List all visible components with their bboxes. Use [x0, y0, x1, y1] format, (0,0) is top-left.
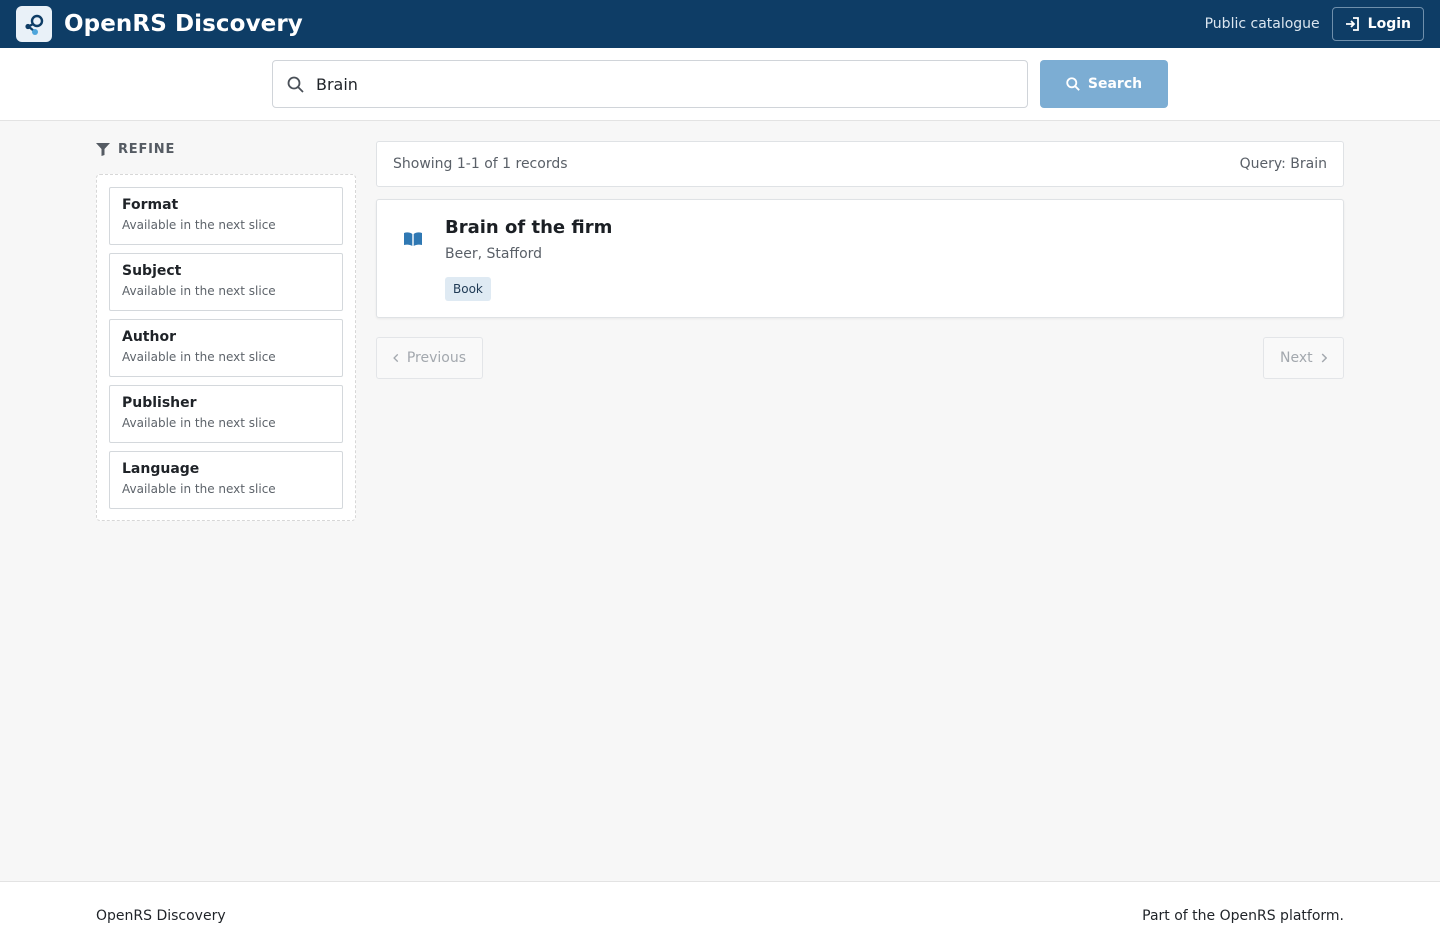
facet-note: Available in the next slice — [122, 416, 276, 430]
facet-publisher[interactable]: Publisher Available in the next slice — [109, 385, 343, 443]
facet-language[interactable]: Language Available in the next slice — [109, 451, 343, 509]
search-input[interactable] — [316, 74, 996, 94]
openrs-logo-icon — [16, 6, 52, 42]
next-label: Next — [1280, 350, 1313, 366]
next-button[interactable]: Next — [1263, 337, 1344, 379]
chevron-right-icon — [1321, 353, 1327, 363]
facet-format[interactable]: Format Available in the next slice — [109, 187, 343, 245]
search-icon — [1066, 77, 1080, 91]
chevron-left-icon — [393, 353, 399, 363]
login-icon — [1345, 17, 1359, 31]
search-icon — [287, 76, 304, 93]
login-button[interactable]: Login — [1331, 7, 1424, 41]
facet-note: Available in the next slice — [122, 482, 276, 496]
login-label: Login — [1367, 16, 1411, 32]
previous-label: Previous — [406, 350, 466, 366]
results-summary: Showing 1-1 of 1 records Query: Brain — [376, 141, 1344, 187]
top-navbar: OpenRS Discovery Public catalogue Login — [0, 0, 1440, 48]
previous-button[interactable]: Previous — [376, 337, 483, 379]
facet-panel: Format Available in the next slice Subje… — [96, 174, 356, 521]
facet-note: Available in the next slice — [122, 218, 276, 232]
facet-note: Available in the next slice — [122, 284, 276, 298]
results-count: Showing 1-1 of 1 records — [393, 156, 568, 172]
query-label: Query: Brain — [1239, 156, 1327, 172]
facet-title: Format — [122, 197, 179, 213]
facet-title: Language — [122, 461, 200, 477]
format-badge: Book — [445, 277, 491, 301]
brand[interactable]: OpenRS Discovery — [16, 6, 303, 42]
result-author: Beer, Stafford — [445, 246, 543, 262]
search-button[interactable]: Search — [1040, 60, 1168, 108]
footer: OpenRS Discovery Part of the OpenRS plat… — [0, 881, 1440, 950]
search-bar: Search — [0, 48, 1440, 121]
search-button-label: Search — [1087, 76, 1143, 92]
facet-author[interactable]: Author Available in the next slice — [109, 319, 343, 377]
app-title: OpenRS Discovery — [64, 11, 303, 37]
public-catalogue-link[interactable]: Public catalogue — [1205, 16, 1320, 32]
facet-title: Subject — [122, 263, 182, 279]
search-field[interactable] — [272, 60, 1028, 108]
footer-brand: OpenRS Discovery — [96, 908, 226, 924]
facet-title: Publisher — [122, 395, 197, 411]
refine-label: REFINE — [118, 142, 176, 157]
book-icon — [404, 232, 422, 246]
result-item[interactable]: Brain of the firm Beer, Stafford Book — [376, 199, 1344, 318]
filter-icon — [96, 143, 110, 156]
facet-subject[interactable]: Subject Available in the next slice — [109, 253, 343, 311]
result-title[interactable]: Brain of the firm — [445, 217, 612, 238]
facet-note: Available in the next slice — [122, 350, 276, 364]
facet-title: Author — [122, 329, 176, 345]
refine-heading: REFINE — [96, 142, 175, 157]
footer-platform-note: Part of the OpenRS platform. — [1142, 908, 1344, 924]
